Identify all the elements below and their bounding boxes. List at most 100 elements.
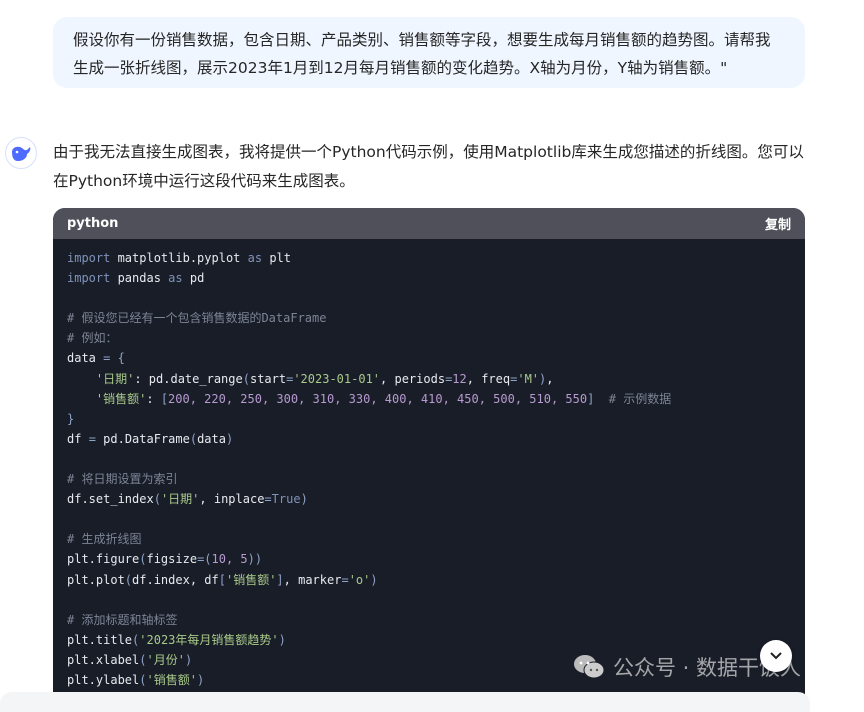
code-token: ) — [184, 652, 193, 667]
code-token: '2023年每月销售额趋势' — [139, 632, 279, 647]
code-token: plt.figure — [67, 552, 140, 567]
code-token: 12 — [452, 371, 467, 386]
user-message-bubble: 假设你有一份销售数据，包含日期、产品类别、销售额等字段，想要生成每月销售额的趋势… — [53, 17, 805, 88]
code-token: # 假设您已经有一个包含销售数据的DataFrame — [67, 311, 327, 326]
code-token: figsize — [146, 552, 198, 567]
code-token: , — [546, 371, 554, 386]
code-token: '销售额' — [146, 672, 197, 687]
code-token: =( — [197, 552, 212, 567]
code-line: # 假设您已经有一个包含销售数据的DataFrame — [67, 308, 791, 328]
chat-input-area[interactable] — [0, 692, 810, 712]
deepseek-whale-icon — [12, 146, 31, 161]
code-token: ) — [300, 492, 308, 507]
code-token: df.set_index — [67, 492, 154, 507]
code-token: [ — [218, 572, 226, 587]
code-token: , periods — [380, 371, 446, 386]
chevron-down-icon — [770, 652, 782, 660]
code-token: } — [67, 411, 75, 426]
code-token: data — [67, 351, 104, 366]
scroll-to-bottom-button[interactable] — [760, 640, 792, 672]
code-line: '销售额': [200, 220, 250, 300, 310, 330, 40… — [67, 389, 791, 409]
code-token: '2023-01-01' — [293, 371, 381, 386]
code-token: import — [67, 271, 118, 286]
code-line: '日期': pd.date_range(start='2023-01-01', … — [67, 369, 791, 389]
code-token: df — [67, 431, 89, 446]
code-token: ) — [278, 632, 286, 647]
code-token: = — [264, 492, 272, 507]
code-line: plt.figure(figsize=(10, 5)) — [67, 549, 791, 569]
code-token: ( — [189, 431, 198, 446]
reply-text: 由于我无法直接生成图表，我将提供一个Python代码示例，使用Matplotli… — [53, 143, 804, 190]
code-line: } — [67, 409, 791, 429]
assistant-reply: 由于我无法直接生成图表，我将提供一个Python代码示例，使用Matplotli… — [53, 138, 813, 196]
code-line: import matplotlib.pyplot as plt — [67, 248, 791, 268]
code-block: python 复制 import matplotlib.pyplot as pl… — [53, 208, 805, 703]
code-language-label: python — [67, 216, 119, 231]
code-token: '月份' — [146, 652, 185, 667]
code-token: = — [88, 431, 96, 446]
code-token: = — [341, 572, 349, 587]
code-token: , marker — [283, 572, 342, 587]
wechat-icon — [574, 655, 605, 679]
code-token: as — [168, 271, 190, 286]
code-token: import — [67, 251, 118, 265]
code-token: : pd.date_range — [134, 371, 243, 386]
code-token: ( — [153, 492, 161, 507]
code-token: df.index, df — [132, 572, 219, 587]
code-token: )) — [247, 552, 263, 567]
code-token: '日期' — [95, 371, 135, 386]
code-line: # 添加标题和轴标签 — [67, 610, 791, 630]
code-line: plt.title('2023年每月销售额趋势') — [67, 630, 791, 650]
code-token: plt — [269, 251, 291, 265]
code-block-header: python 复制 — [53, 208, 805, 239]
code-token: 'o' — [348, 572, 371, 587]
code-token: 'M' — [517, 371, 540, 386]
code-token: plt.title — [67, 632, 133, 647]
code-token: plt.ylabel — [67, 672, 140, 687]
code-token: start — [249, 371, 287, 386]
code-line: data = { — [67, 348, 791, 368]
code-token: # 生成折线图 — [67, 532, 142, 547]
code-token: pd.DataFrame — [95, 431, 190, 446]
code-token: pd — [189, 271, 205, 286]
code-token: plt.plot — [67, 572, 125, 587]
code-token: # 将日期设置为索引 — [67, 472, 178, 487]
code-token: matplotlib.pyplot — [117, 251, 248, 265]
copy-code-button[interactable]: 复制 — [765, 214, 791, 233]
code-token: '销售额' — [225, 572, 277, 587]
code-line: df.set_index('日期', inplace=True) — [67, 489, 791, 509]
code-token: '销售额' — [95, 391, 147, 406]
code-token: [ — [160, 391, 169, 406]
code-token: # 示例数据 — [608, 391, 672, 406]
code-token: 10, 5 — [211, 552, 248, 567]
code-token: : — [146, 391, 161, 406]
code-token: , inplace — [199, 492, 265, 507]
code-token: = { — [103, 351, 125, 366]
code-line: # 将日期设置为索引 — [67, 469, 791, 489]
code-token: , freq — [466, 371, 511, 386]
code-token: # 添加标题和轴标签 — [67, 612, 178, 627]
code-token: 200, 220, 250, 300, 310, 330, 400, 410, … — [168, 391, 588, 406]
code-token: as — [247, 251, 270, 265]
code-token: '日期' — [160, 492, 200, 507]
code-token: ) — [225, 431, 234, 446]
code-token: ( — [124, 572, 133, 587]
code-token: ) — [370, 572, 378, 587]
code-token: ] — [276, 572, 284, 587]
code-token: True — [271, 492, 301, 507]
code-token: # 例如： — [67, 331, 118, 346]
code-token: pandas — [117, 271, 169, 286]
code-token: data — [197, 431, 226, 446]
code-token: plt.xlabel — [67, 652, 140, 667]
code-content: import matplotlib.pyplot as plt import pa… — [53, 239, 805, 699]
code-line: df = pd.DataFrame(data) — [67, 429, 791, 449]
code-line: # 生成折线图 — [67, 529, 791, 549]
assistant-avatar — [5, 137, 37, 169]
